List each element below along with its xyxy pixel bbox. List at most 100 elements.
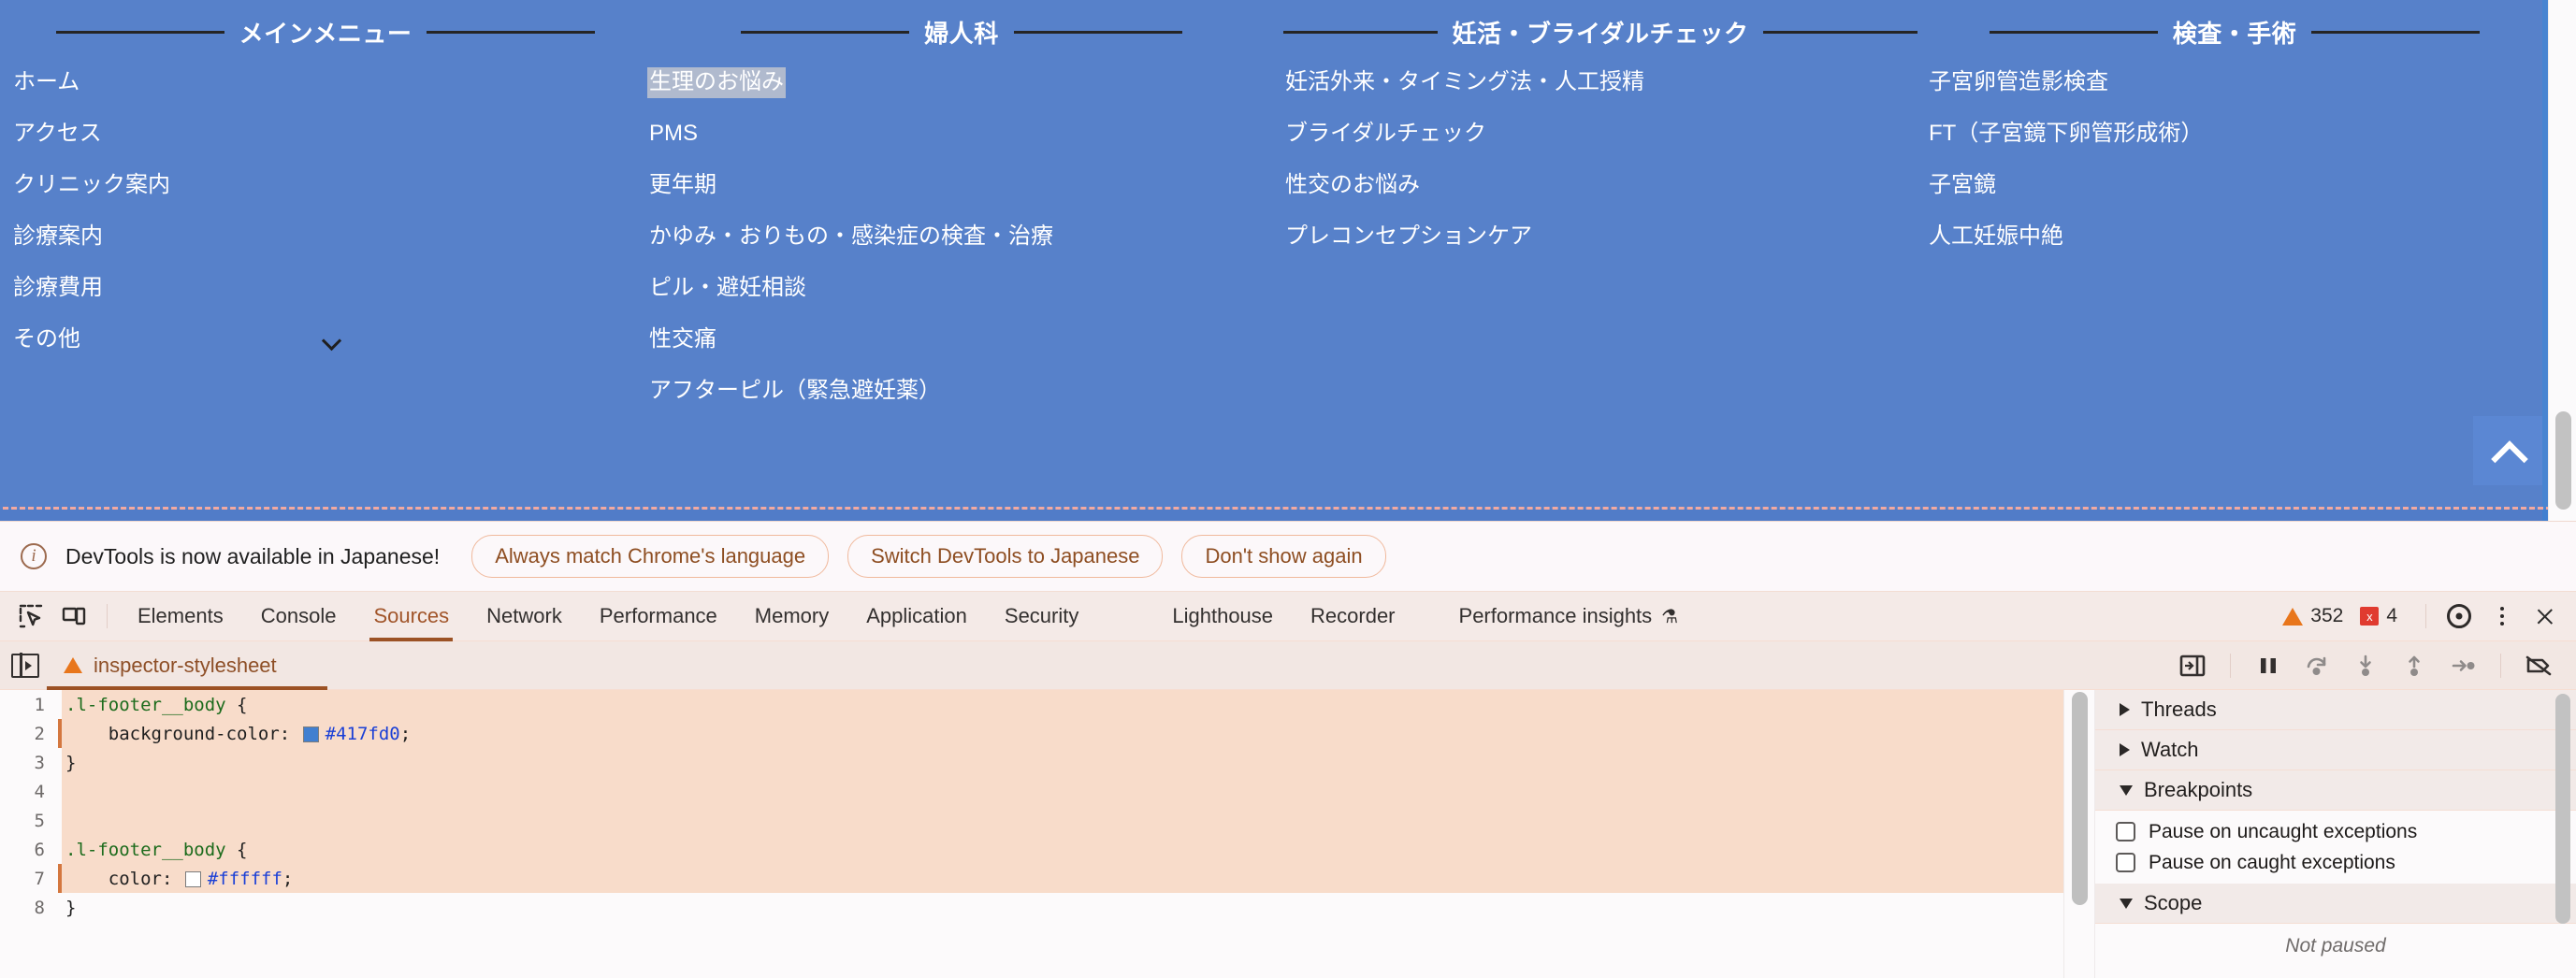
line-number: 1 [34, 694, 45, 715]
warning-count-badge[interactable]: 352 [2282, 605, 2343, 627]
show-debugger-sidebar-icon[interactable] [2170, 645, 2215, 686]
step-icon[interactable] [2440, 645, 2485, 686]
footer-link-access[interactable]: アクセス [11, 119, 104, 150]
css-value: #417fd0 [325, 723, 400, 744]
device-toolbar-icon[interactable] [52, 595, 95, 638]
always-match-chrome-language-button[interactable]: Always match Chrome's language [471, 535, 830, 578]
tab-application[interactable]: Application [847, 592, 986, 641]
code-line-content[interactable] [62, 806, 2063, 835]
footer-link-hysteroscopy[interactable]: 子宮鏡 [1927, 170, 1998, 201]
footer-link-pill-contraception[interactable]: ピル・避妊相談 [647, 273, 808, 304]
sidebar-section-label: Scope [2144, 891, 2203, 914]
scroll-to-top-button[interactable] [2473, 416, 2542, 485]
footer-link-clinic-info[interactable]: クリニック案内 [11, 170, 172, 201]
footer-link-abortion[interactable]: 人工妊娠中絶 [1927, 222, 2065, 252]
file-tab-inspector-stylesheet[interactable]: inspector-stylesheet [47, 641, 327, 690]
pause-on-uncaught-exceptions-row[interactable]: Pause on uncaught exceptions [2095, 816, 2576, 847]
code-line-content[interactable]: .l-footer__body { [62, 835, 2063, 864]
heading-rule-right [1013, 30, 1182, 34]
css-punct: ; [399, 723, 412, 744]
sidebar-section-label: Breakpoints [2144, 778, 2253, 801]
tab-recorder[interactable]: Recorder [1292, 592, 1413, 641]
code-line-content[interactable]: .l-footer__body { [62, 690, 2063, 719]
footer-link-other[interactable]: その他 [11, 324, 348, 355]
deactivate-breakpoints-icon[interactable] [2516, 645, 2561, 686]
gear-icon[interactable] [2438, 595, 2481, 638]
kebab-menu-icon[interactable] [2481, 595, 2524, 638]
footer-link-hsg[interactable]: 子宮卵管造影検査 [1927, 67, 2110, 98]
footer-column-title: メインメニュー [239, 19, 412, 48]
tab-lighthouse[interactable]: Lighthouse [1153, 592, 1292, 641]
code-line-content[interactable]: color: #ffffff; [62, 864, 2063, 893]
footer-link-home[interactable]: ホーム [11, 67, 81, 98]
tab-sources[interactable]: Sources [355, 592, 468, 641]
close-icon[interactable] [288, 654, 311, 677]
sidebar-section-watch[interactable]: Watch [2095, 730, 2576, 770]
code-line-content[interactable]: } [62, 748, 2063, 777]
footer-link-preconception-care[interactable]: プレコンセプションケア [1283, 222, 1534, 252]
sidebar-section-scope[interactable]: Scope [2095, 884, 2576, 924]
tab-memory[interactable]: Memory [736, 592, 847, 641]
dont-show-again-button[interactable]: Don't show again [1181, 535, 1386, 578]
pause-on-caught-exceptions-checkbox[interactable] [2116, 853, 2135, 872]
step-over-icon[interactable] [2294, 645, 2339, 686]
editor-scrollbar-thumb[interactable] [2072, 692, 2088, 905]
code-line: 5 [0, 806, 2063, 835]
code-line: 3 } [0, 748, 2063, 777]
footer-link-period-troubles[interactable]: 生理のお悩み [647, 67, 786, 98]
page-scrollbar-thumb[interactable] [2555, 411, 2571, 510]
heading-rule-left [1989, 30, 2158, 34]
debugger-toolbar [2170, 645, 2576, 686]
switch-devtools-to-japanese-button[interactable]: Switch DevTools to Japanese [847, 535, 1164, 578]
scope-status: Not paused [2285, 935, 2386, 956]
code-line: 6 .l-footer__body { [0, 835, 2063, 864]
sidebar-scrollbar-thumb[interactable] [2555, 694, 2570, 924]
code-line-content[interactable] [62, 777, 2063, 806]
sidebar-section-breakpoints[interactable]: Breakpoints [2095, 770, 2576, 811]
footer-link-after-pill[interactable]: アフターピル（緊急避妊薬） [647, 376, 943, 407]
css-selector: .l-footer__body [65, 839, 238, 860]
tab-performance[interactable]: Performance [581, 592, 736, 641]
show-navigator-icon[interactable] [4, 644, 47, 687]
tab-performance-insights[interactable]: Performance insights ⚗ [1440, 592, 1698, 641]
footer-link-medical-fees[interactable]: 診療費用 [11, 273, 105, 304]
tab-network[interactable]: Network [468, 592, 581, 641]
line-number: 2 [34, 723, 45, 744]
footer-link-ft[interactable]: FT（子宮鏡下卵管形成術） [1927, 119, 2205, 150]
inspect-element-icon[interactable] [9, 595, 52, 638]
pause-script-icon[interactable] [2246, 645, 2291, 686]
chevron-down-icon[interactable] [322, 330, 342, 351]
footer-link-fertility-outpatient[interactable]: 妊活外来・タイミング法・人工授精 [1283, 67, 1646, 98]
css-punct: ; [282, 868, 294, 889]
tab-console[interactable]: Console [242, 592, 355, 641]
page-scrollbar[interactable] [2548, 0, 2576, 521]
line-number: 3 [34, 752, 45, 773]
pause-on-caught-exceptions-row[interactable]: Pause on caught exceptions [2095, 847, 2576, 878]
toolbar-divider [107, 604, 108, 628]
footer-link-itch-discharge-infection[interactable]: かゆみ・おりもの・感染症の検査・治療 [647, 222, 1055, 252]
css-punct: } [65, 752, 77, 773]
code-editor[interactable]: 1 .l-footer__body { 2 background-color: … [0, 690, 2063, 978]
code-line-content[interactable]: background-color: #417fd0; [62, 719, 2063, 748]
footer-link-sex-troubles[interactable]: 性交のお悩み [1283, 170, 1422, 201]
color-swatch[interactable] [302, 726, 319, 742]
pause-on-uncaught-exceptions-checkbox[interactable] [2116, 822, 2135, 841]
footer-link-medical-info[interactable]: 診療案内 [11, 222, 105, 252]
step-out-icon[interactable] [2392, 645, 2437, 686]
step-into-icon[interactable] [2343, 645, 2388, 686]
footer-link-pms[interactable]: PMS [647, 119, 700, 150]
editor-scrollbar[interactable] [2063, 690, 2095, 978]
sidebar-section-threads[interactable]: Threads [2095, 690, 2576, 730]
color-swatch[interactable] [184, 871, 201, 887]
tab-elements[interactable]: Elements [119, 592, 242, 641]
close-icon[interactable] [2524, 595, 2567, 638]
footer-link-menopause[interactable]: 更年期 [647, 170, 718, 201]
sidebar-scrollbar[interactable] [2550, 690, 2576, 978]
footer-link-bridal-check[interactable]: ブライダルチェック [1283, 119, 1488, 150]
pause-on-uncaught-exceptions-label: Pause on uncaught exceptions [2149, 820, 2418, 842]
error-count-badge[interactable]: x 4 [2360, 605, 2397, 627]
tab-security[interactable]: Security [986, 592, 1097, 641]
close-icon[interactable] [2524, 542, 2552, 570]
code-line-content[interactable]: } [62, 893, 2063, 922]
footer-link-dyspareunia[interactable]: 性交痛 [647, 324, 718, 355]
